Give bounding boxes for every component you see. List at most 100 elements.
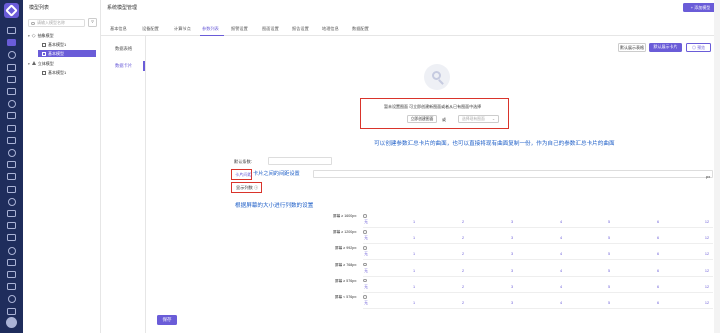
column-option[interactable]: 6 <box>653 269 663 273</box>
folder-icon[interactable] <box>7 197 16 206</box>
column-option[interactable]: 3 <box>507 301 517 305</box>
column-option-none[interactable]: 无 <box>361 285 371 290</box>
column-option[interactable]: 12 <box>702 252 712 256</box>
tab-compute-node[interactable]: 计算节点 <box>174 26 191 32</box>
column-option[interactable]: 6 <box>653 220 663 224</box>
column-option[interactable]: 2 <box>458 301 468 305</box>
column-option-none[interactable]: 无 <box>361 269 371 274</box>
shield-icon[interactable] <box>7 185 16 193</box>
table-icon[interactable] <box>7 173 16 181</box>
list-icon[interactable] <box>7 124 16 132</box>
tab-diagram-settings[interactable]: 图面设置 <box>262 26 279 32</box>
tab-basic-info[interactable]: 基本信息 <box>110 26 127 32</box>
card-gap-input[interactable] <box>313 170 713 178</box>
breakpoint-radio[interactable] <box>363 246 367 250</box>
avatar[interactable] <box>6 317 17 328</box>
default-table-button[interactable]: 默认展示表格 <box>618 43 646 52</box>
bell-icon[interactable] <box>7 246 16 255</box>
column-option[interactable]: 5 <box>604 285 614 289</box>
column-option[interactable]: 4 <box>556 252 566 256</box>
tab-geo-info[interactable]: 地理信息 <box>322 26 339 32</box>
tree-node[interactable]: ▾ ◇ 抽象模型 <box>28 32 54 39</box>
breakpoint-radio[interactable] <box>363 230 367 234</box>
column-option[interactable]: 5 <box>604 252 614 256</box>
save-button[interactable]: 保存 <box>157 315 177 325</box>
tab-report-settings[interactable]: 报告设置 <box>292 26 309 32</box>
create-diagram-button[interactable]: 立即创建图面 <box>407 115 437 123</box>
help-icon[interactable] <box>7 295 16 304</box>
column-option[interactable]: 5 <box>604 269 614 273</box>
column-option[interactable]: 1 <box>409 252 419 256</box>
column-option[interactable]: 4 <box>556 236 566 240</box>
box-icon[interactable] <box>7 161 16 169</box>
tab-alarm-settings[interactable]: 报警设置 <box>231 26 248 32</box>
breakpoint-radio[interactable] <box>363 295 367 299</box>
column-option-none[interactable]: 无 <box>361 252 371 257</box>
plug-icon[interactable] <box>7 307 16 315</box>
user-icon[interactable] <box>7 149 16 157</box>
column-option[interactable]: 6 <box>653 252 663 256</box>
column-option[interactable]: 2 <box>458 252 468 256</box>
column-option-none[interactable]: 无 <box>361 301 371 306</box>
column-option[interactable]: 5 <box>604 220 614 224</box>
doc-icon[interactable] <box>7 100 16 109</box>
column-option[interactable]: 12 <box>702 285 712 289</box>
column-option[interactable]: 2 <box>458 220 468 224</box>
breakpoint-radio[interactable] <box>363 262 367 267</box>
subnav-data-card[interactable]: 数据卡片 <box>115 63 132 69</box>
default-count-input[interactable] <box>268 157 332 165</box>
column-option[interactable]: 12 <box>702 301 712 305</box>
settings-icon[interactable] <box>7 88 16 95</box>
calendar-icon[interactable] <box>7 283 16 291</box>
cloud-icon[interactable] <box>7 63 16 71</box>
column-option-none[interactable]: 无 <box>361 220 371 225</box>
column-option[interactable]: 4 <box>556 301 566 305</box>
default-card-button[interactable]: 默认展示卡片 <box>649 43 682 52</box>
home-icon[interactable] <box>7 27 16 34</box>
column-option[interactable]: 12 <box>702 269 712 273</box>
tab-param-list[interactable]: 参数列表 <box>202 26 219 32</box>
tag-icon[interactable] <box>7 222 16 230</box>
filter-icon[interactable]: ▿ <box>88 18 97 27</box>
monitor-icon[interactable] <box>7 210 16 217</box>
grid-icon[interactable] <box>7 136 16 144</box>
flag-icon[interactable] <box>7 234 16 242</box>
column-option[interactable]: 4 <box>556 269 566 273</box>
tree-search-input[interactable]: 请输入模型名称 <box>28 19 85 27</box>
column-option[interactable]: 12 <box>702 236 712 240</box>
column-option[interactable]: 5 <box>604 236 614 240</box>
subnav-data-table[interactable]: 数据表格 <box>115 46 132 52</box>
column-option[interactable]: 12 <box>702 220 712 224</box>
message-icon[interactable] <box>7 271 16 278</box>
column-option[interactable]: 3 <box>507 220 517 224</box>
column-option[interactable]: 2 <box>458 269 468 273</box>
tree-node[interactable]: ▾ 立体模型 <box>28 60 54 67</box>
preview-button[interactable]: ◎ 预览 <box>686 43 711 52</box>
page-scrollbar[interactable] <box>714 0 720 333</box>
database-icon[interactable] <box>7 258 16 266</box>
breakpoint-radio[interactable] <box>363 214 367 218</box>
column-option[interactable]: 3 <box>507 252 517 256</box>
column-option[interactable]: 3 <box>507 269 517 273</box>
tab-data-config[interactable]: 数据配置 <box>352 26 369 32</box>
column-option[interactable]: 3 <box>507 285 517 289</box>
tree-node[interactable]: 基本模型1 <box>42 41 66 48</box>
tree-node[interactable]: 基本模型1 <box>42 69 66 76</box>
column-option[interactable]: 4 <box>556 220 566 224</box>
column-option[interactable]: 6 <box>653 236 663 240</box>
tab-device-config[interactable]: 设备配置 <box>142 26 159 32</box>
column-option-none[interactable]: 无 <box>361 236 371 241</box>
column-option[interactable]: 5 <box>604 301 614 305</box>
column-option[interactable]: 1 <box>409 236 419 240</box>
breakpoint-radio[interactable] <box>363 278 367 283</box>
tree-node-selected[interactable]: 基本模型 <box>38 50 96 57</box>
cube-icon[interactable] <box>7 39 16 47</box>
column-option[interactable]: 6 <box>653 285 663 289</box>
column-option[interactable]: 2 <box>458 236 468 240</box>
layers-icon[interactable] <box>7 51 16 60</box>
globe-icon[interactable] <box>7 112 16 120</box>
column-option[interactable]: 1 <box>409 285 419 289</box>
app-logo[interactable] <box>4 3 19 18</box>
column-option[interactable]: 2 <box>458 285 468 289</box>
column-option[interactable]: 4 <box>556 285 566 289</box>
